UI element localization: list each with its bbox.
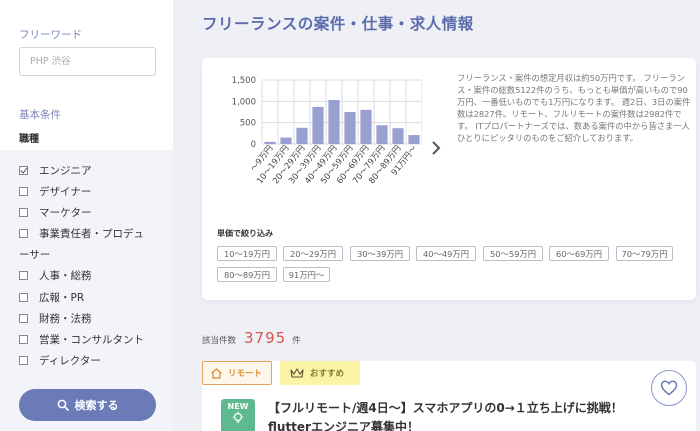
result-count-unit: 件 xyxy=(292,336,301,346)
job-type-option-marketer[interactable]: マーケター xyxy=(19,205,92,220)
price-filter-50-59[interactable]: 50〜59万円 xyxy=(483,246,543,261)
checkbox[interactable] xyxy=(19,166,28,175)
job-type-option-pr[interactable]: 広報・PR xyxy=(19,290,84,305)
price-filter-80-89[interactable]: 80〜89万円 xyxy=(217,267,277,282)
job-type-label: 職種 xyxy=(19,134,39,145)
favorite-button[interactable] xyxy=(651,370,687,406)
new-badge-label: NEW xyxy=(227,402,249,411)
job-title-link[interactable]: 【フルリモート/週4日〜】スマホアプリの0→１立ち上げに挑戦！flutterエン… xyxy=(268,399,648,431)
salary-distribution-chart: 05001,0001,500〜9万円10〜19万円20〜29万円30〜39万円4… xyxy=(232,76,422,185)
y-tick-label: 500 xyxy=(240,119,256,129)
price-filter-70-79[interactable]: 70〜79万円 xyxy=(616,246,673,261)
checkbox[interactable] xyxy=(19,187,28,196)
search-icon xyxy=(57,399,69,411)
option-label: デザイナー xyxy=(39,186,92,198)
option-label: 財務・法務 xyxy=(39,313,92,325)
lightbulb-icon xyxy=(232,411,244,423)
price-filter-60-69[interactable]: 60〜69万円 xyxy=(549,246,609,261)
checkbox[interactable] xyxy=(19,356,28,365)
y-tick-label: 0 xyxy=(251,140,256,150)
result-count: 該当件数 3795 件 xyxy=(202,329,301,347)
result-count-label: 該当件数 xyxy=(202,336,237,346)
price-filter-10-19[interactable]: 10〜19万円 xyxy=(217,246,277,261)
option-label: マーケター xyxy=(39,207,92,219)
job-card[interactable]: リモート おすすめ NEW 【フルリモート/週4日〜】スマホアプリの0→１立ち上… xyxy=(202,361,696,431)
remote-badge: リモート xyxy=(202,361,272,385)
price-filter-30-39[interactable]: 30〜39万円 xyxy=(350,246,410,261)
job-type-option-hr[interactable]: 人事・総務 xyxy=(19,268,92,283)
checkbox[interactable] xyxy=(19,335,28,344)
checkbox[interactable] xyxy=(19,208,28,217)
chevron-right-icon[interactable] xyxy=(430,140,442,156)
search-button[interactable]: 検索する xyxy=(19,389,156,421)
search-button-label: 検索する xyxy=(74,400,119,412)
new-badge: NEW xyxy=(221,399,255,431)
crown-icon xyxy=(290,368,304,378)
option-label: エンジニア xyxy=(39,165,92,177)
option-label: 広報・PR xyxy=(39,292,85,304)
chart-bar xyxy=(360,109,372,144)
price-filter-40-49[interactable]: 40〜49万円 xyxy=(416,246,476,261)
price-filter-91-plus[interactable]: 91万円〜 xyxy=(283,267,330,282)
y-tick-label: 1,500 xyxy=(232,76,256,86)
chart-bar xyxy=(296,127,308,144)
job-type-option-sales[interactable]: 営業・コンサルタント xyxy=(19,332,144,347)
chart-bar xyxy=(376,125,388,144)
price-filter-20-29[interactable]: 20〜29万円 xyxy=(283,246,343,261)
option-label: ディレクター xyxy=(39,355,101,367)
heart-icon xyxy=(660,380,678,396)
job-type-option-finance-legal[interactable]: 財務・法務 xyxy=(19,311,92,326)
recommended-badge-label: おすすめ xyxy=(310,369,345,379)
y-tick-label: 1,000 xyxy=(232,97,256,107)
recommended-badge: おすすめ xyxy=(280,361,360,385)
chart-bar xyxy=(392,128,404,144)
option-label: 事業責任者・プロデュ xyxy=(39,228,144,240)
checkbox[interactable] xyxy=(19,293,28,302)
job-type-option-producer[interactable]: 事業責任者・プロデュ xyxy=(19,226,144,241)
page-title: フリーランスの案件・仕事・求人情報 xyxy=(202,15,474,33)
freeword-label: フリーワード xyxy=(19,29,82,41)
house-icon xyxy=(211,367,222,379)
job-type-option-engineer[interactable]: エンジニア xyxy=(19,163,92,178)
chart-bar xyxy=(312,106,324,144)
result-count-value: 3795 xyxy=(244,329,287,347)
remote-badge-label: リモート xyxy=(228,369,263,379)
price-filter-title: 単価で絞り込み xyxy=(217,229,273,238)
option-label-continuation: ーサー xyxy=(19,249,51,261)
checkbox[interactable] xyxy=(19,314,28,323)
job-type-option-director[interactable]: ディレクター xyxy=(19,353,101,368)
chart-bar xyxy=(344,112,356,144)
checkbox[interactable] xyxy=(19,229,28,238)
option-label: 人事・総務 xyxy=(39,270,92,282)
salary-description: フリーランス・案件の想定月収は約50万円です。 フリーランス・案件の総数5122… xyxy=(457,73,691,144)
freeword-search-input[interactable] xyxy=(19,47,156,76)
chart-bar xyxy=(328,100,340,144)
salary-summary-card: 0 500 1,000 1,500 〜9万円 10〜19万円 20〜29万円 30〜39万円 4… xyxy=(202,58,696,300)
basic-conditions-label: 基本条件 xyxy=(19,109,61,121)
checkbox[interactable] xyxy=(19,271,28,280)
job-type-option-designer[interactable]: デザイナー xyxy=(19,184,91,199)
filter-sidebar: フリーワード 基本条件 職種 エンジニア デザイナー マーケター 事業責任者・プ… xyxy=(0,0,173,431)
option-label: 営業・コンサルタント xyxy=(39,334,144,346)
